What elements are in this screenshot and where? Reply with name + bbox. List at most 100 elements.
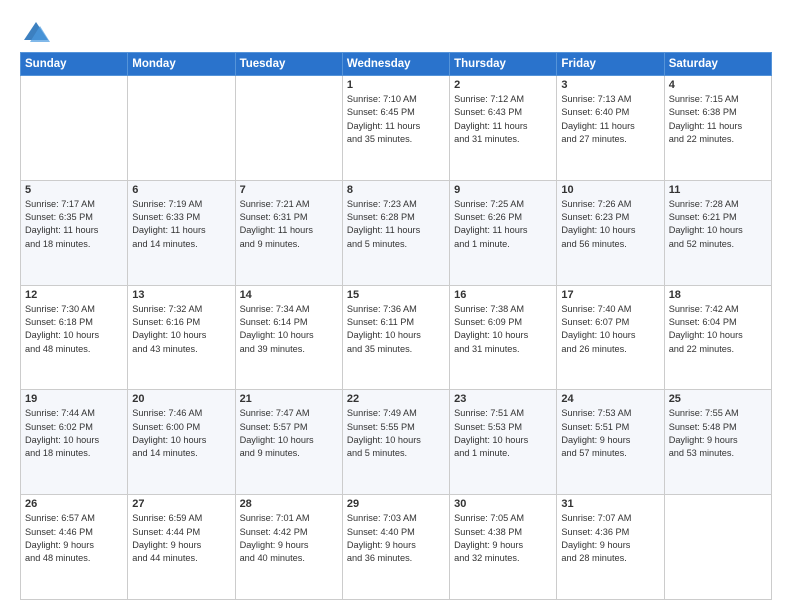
cell-info: Sunrise: 7:17 AM Sunset: 6:35 PM Dayligh… (25, 198, 123, 251)
weekday-header-thursday: Thursday (450, 53, 557, 76)
cell-info: Sunrise: 7:03 AM Sunset: 4:40 PM Dayligh… (347, 512, 445, 565)
cell-day-2: 2 Sunrise: 7:12 AM Sunset: 6:43 PM Daylig… (450, 76, 557, 181)
cell-day-28: 28Sunrise: 7:01 AM Sunset: 4:42 PM Dayli… (235, 495, 342, 600)
cell-day-14: 14 Sunrise: 7:34 AM Sunset: 6:14 PM Dayli… (235, 285, 342, 390)
day-number: 1 (347, 79, 445, 91)
cell-info: Sunrise: 7:55 AM Sunset: 5:48 PM Dayligh… (669, 407, 767, 460)
cell-day-9: 9Sunrise: 7:25 AM Sunset: 6:26 PM Daylig… (450, 180, 557, 285)
cell-info: Sunrise: 7:19 AM Sunset: 6:33 PM Dayligh… (132, 198, 230, 251)
day-number: 23 (454, 393, 552, 405)
cell-day-20: 20 Sunrise: 7:46 AM Sunset: 6:00 PM Dayli… (128, 390, 235, 495)
cell-info: Sunrise: 7:25 AM Sunset: 6:26 PM Dayligh… (454, 198, 552, 251)
day-number: 29 (347, 498, 445, 510)
cell-info: Sunrise: 7:07 AM Sunset: 4:36 PM Dayligh… (561, 512, 659, 565)
cell-day-1: 1 Sunrise: 7:10 AM Sunset: 6:45 PM Daylig… (342, 76, 449, 181)
day-number: 5 (25, 184, 123, 196)
cell-info: Sunrise: 6:59 AM Sunset: 4:44 PM Dayligh… (132, 512, 230, 565)
cell-day-11: 11 Sunrise: 7:28 AM Sunset: 6:21 PM Dayli… (664, 180, 771, 285)
cell-day-5: 5 Sunrise: 7:17 AM Sunset: 6:35 PM Daylig… (21, 180, 128, 285)
cell-day-13: 13 Sunrise: 7:32 AM Sunset: 6:16 PM Dayli… (128, 285, 235, 390)
cell-info: Sunrise: 7:10 AM Sunset: 6:45 PM Dayligh… (347, 93, 445, 146)
week-row-3: 12 Sunrise: 7:30 AM Sunset: 6:18 PM Dayli… (21, 285, 772, 390)
cell-day-26: 26 Sunrise: 6:57 AM Sunset: 4:46 PM Dayli… (21, 495, 128, 600)
day-number: 10 (561, 184, 659, 196)
weekday-header-friday: Friday (557, 53, 664, 76)
day-number: 31 (561, 498, 659, 510)
cell-day-23: 23Sunrise: 7:51 AM Sunset: 5:53 PM Dayli… (450, 390, 557, 495)
weekday-header-row: SundayMondayTuesdayWednesdayThursdayFrid… (21, 53, 772, 76)
day-number: 30 (454, 498, 552, 510)
cell-day-21: 21 Sunrise: 7:47 AM Sunset: 5:57 PM Dayli… (235, 390, 342, 495)
cell-info: Sunrise: 7:34 AM Sunset: 6:14 PM Dayligh… (240, 303, 338, 356)
weekday-header-saturday: Saturday (664, 53, 771, 76)
cell-info: Sunrise: 7:32 AM Sunset: 6:16 PM Dayligh… (132, 303, 230, 356)
cell-day-3: 3Sunrise: 7:13 AM Sunset: 6:40 PM Daylig… (557, 76, 664, 181)
cell-day-8: 8Sunrise: 7:23 AM Sunset: 6:28 PM Daylig… (342, 180, 449, 285)
cell-info: Sunrise: 6:57 AM Sunset: 4:46 PM Dayligh… (25, 512, 123, 565)
day-number: 21 (240, 393, 338, 405)
day-number: 6 (132, 184, 230, 196)
cell-day-10: 10Sunrise: 7:26 AM Sunset: 6:23 PM Dayli… (557, 180, 664, 285)
week-row-5: 26 Sunrise: 6:57 AM Sunset: 4:46 PM Dayli… (21, 495, 772, 600)
cell-info: Sunrise: 7:21 AM Sunset: 6:31 PM Dayligh… (240, 198, 338, 251)
cell-info: Sunrise: 7:46 AM Sunset: 6:00 PM Dayligh… (132, 407, 230, 460)
cell-info: Sunrise: 7:36 AM Sunset: 6:11 PM Dayligh… (347, 303, 445, 356)
cell-day-25: 25 Sunrise: 7:55 AM Sunset: 5:48 PM Dayli… (664, 390, 771, 495)
cell-day-18: 18 Sunrise: 7:42 AM Sunset: 6:04 PM Dayli… (664, 285, 771, 390)
page: SundayMondayTuesdayWednesdayThursdayFrid… (0, 0, 792, 612)
cell-day-15: 15 Sunrise: 7:36 AM Sunset: 6:11 PM Dayli… (342, 285, 449, 390)
cell-day-16: 16 Sunrise: 7:38 AM Sunset: 6:09 PM Dayli… (450, 285, 557, 390)
day-number: 14 (240, 289, 338, 301)
day-number: 8 (347, 184, 445, 196)
cell-day-24: 24 Sunrise: 7:53 AM Sunset: 5:51 PM Dayli… (557, 390, 664, 495)
cell-info: Sunrise: 7:53 AM Sunset: 5:51 PM Dayligh… (561, 407, 659, 460)
cell-day-7: 7Sunrise: 7:21 AM Sunset: 6:31 PM Daylig… (235, 180, 342, 285)
day-number: 3 (561, 79, 659, 91)
cell-info: Sunrise: 7:49 AM Sunset: 5:55 PM Dayligh… (347, 407, 445, 460)
cell-info: Sunrise: 7:44 AM Sunset: 6:02 PM Dayligh… (25, 407, 123, 460)
day-number: 13 (132, 289, 230, 301)
header (20, 18, 772, 42)
cell-day-17: 17 Sunrise: 7:40 AM Sunset: 6:07 PM Dayli… (557, 285, 664, 390)
cell-day-empty (21, 76, 128, 181)
cell-day-22: 22 Sunrise: 7:49 AM Sunset: 5:55 PM Dayli… (342, 390, 449, 495)
cell-day-empty (664, 495, 771, 600)
weekday-header-sunday: Sunday (21, 53, 128, 76)
week-row-2: 5 Sunrise: 7:17 AM Sunset: 6:35 PM Daylig… (21, 180, 772, 285)
day-number: 11 (669, 184, 767, 196)
cell-info: Sunrise: 7:12 AM Sunset: 6:43 PM Dayligh… (454, 93, 552, 146)
week-row-1: 1 Sunrise: 7:10 AM Sunset: 6:45 PM Daylig… (21, 76, 772, 181)
day-number: 24 (561, 393, 659, 405)
cell-day-6: 6 Sunrise: 7:19 AM Sunset: 6:33 PM Daylig… (128, 180, 235, 285)
day-number: 2 (454, 79, 552, 91)
day-number: 22 (347, 393, 445, 405)
day-number: 28 (240, 498, 338, 510)
logo (20, 18, 50, 42)
calendar-body: 1 Sunrise: 7:10 AM Sunset: 6:45 PM Daylig… (21, 76, 772, 600)
cell-info: Sunrise: 7:05 AM Sunset: 4:38 PM Dayligh… (454, 512, 552, 565)
day-number: 27 (132, 498, 230, 510)
cell-day-12: 12 Sunrise: 7:30 AM Sunset: 6:18 PM Dayli… (21, 285, 128, 390)
day-number: 16 (454, 289, 552, 301)
cell-info: Sunrise: 7:28 AM Sunset: 6:21 PM Dayligh… (669, 198, 767, 251)
cell-day-empty (235, 76, 342, 181)
cell-info: Sunrise: 7:47 AM Sunset: 5:57 PM Dayligh… (240, 407, 338, 460)
day-number: 17 (561, 289, 659, 301)
cell-day-4: 4Sunrise: 7:15 AM Sunset: 6:38 PM Daylig… (664, 76, 771, 181)
cell-info: Sunrise: 7:42 AM Sunset: 6:04 PM Dayligh… (669, 303, 767, 356)
cell-day-empty (128, 76, 235, 181)
cell-info: Sunrise: 7:40 AM Sunset: 6:07 PM Dayligh… (561, 303, 659, 356)
cell-info: Sunrise: 7:30 AM Sunset: 6:18 PM Dayligh… (25, 303, 123, 356)
calendar: SundayMondayTuesdayWednesdayThursdayFrid… (20, 52, 772, 600)
week-row-4: 19Sunrise: 7:44 AM Sunset: 6:02 PM Dayli… (21, 390, 772, 495)
cell-info: Sunrise: 7:15 AM Sunset: 6:38 PM Dayligh… (669, 93, 767, 146)
day-number: 20 (132, 393, 230, 405)
weekday-header-tuesday: Tuesday (235, 53, 342, 76)
day-number: 26 (25, 498, 123, 510)
cell-info: Sunrise: 7:38 AM Sunset: 6:09 PM Dayligh… (454, 303, 552, 356)
day-number: 12 (25, 289, 123, 301)
day-number: 15 (347, 289, 445, 301)
day-number: 18 (669, 289, 767, 301)
cell-day-31: 31 Sunrise: 7:07 AM Sunset: 4:36 PM Dayli… (557, 495, 664, 600)
day-number: 25 (669, 393, 767, 405)
